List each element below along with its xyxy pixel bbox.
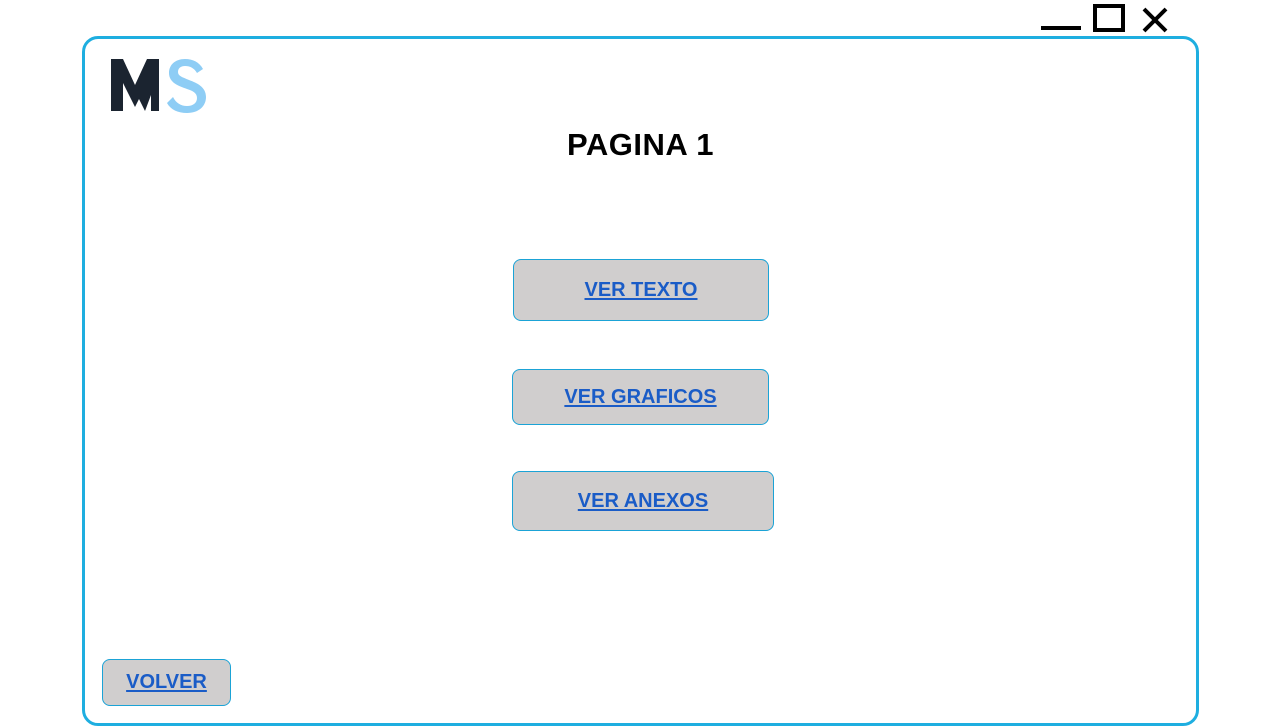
page-title: PAGINA 1 (567, 127, 714, 162)
volver-button[interactable]: VOLVER (102, 659, 231, 706)
ms-logo (111, 55, 211, 115)
volver-label[interactable]: VOLVER (126, 671, 207, 694)
window-controls (1030, 0, 1180, 36)
ver-graficos-label[interactable]: VER GRAFICOS (564, 386, 716, 409)
ver-anexos-label[interactable]: VER ANEXOS (578, 490, 708, 513)
close-icon[interactable] (1141, 6, 1169, 34)
ver-texto-button[interactable]: VER TEXTO (513, 259, 769, 321)
main-window: PAGINA 1 VER TEXTO VER GRAFICOS VER ANEX… (82, 36, 1199, 726)
minimize-icon[interactable] (1041, 20, 1081, 32)
maximize-icon[interactable] (1093, 4, 1125, 32)
ver-texto-label[interactable]: VER TEXTO (585, 279, 698, 302)
ver-graficos-button[interactable]: VER GRAFICOS (512, 369, 769, 425)
ver-anexos-button[interactable]: VER ANEXOS (512, 471, 774, 531)
